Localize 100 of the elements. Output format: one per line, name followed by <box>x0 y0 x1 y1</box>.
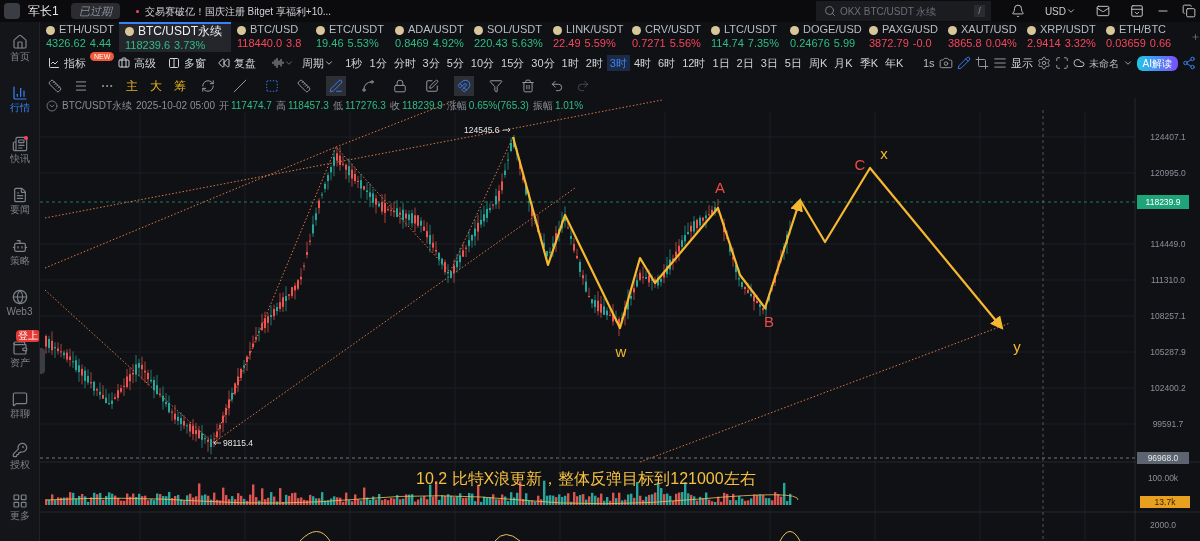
ticker-symbol: ETC/USDT <box>329 23 384 37</box>
nav-label: 要闻 <box>9 204 30 215</box>
ticker-tab[interactable]: DOGE/USD 0.24676 5.99 <box>784 22 863 52</box>
ticker-price: 0.03659 <box>1106 37 1146 51</box>
interval-tab[interactable]: 5日 <box>781 54 805 72</box>
interval-tab[interactable]: 2时 <box>582 54 606 72</box>
ticker-change: 5.99 <box>833 37 856 51</box>
interval-tab[interactable]: 10分 <box>467 54 498 72</box>
indicator-toggle[interactable]: 主 <box>126 77 138 95</box>
layout-select[interactable]: 未命名 <box>1072 55 1133 71</box>
interval-tab[interactable]: 3时 <box>606 54 630 72</box>
sidebar-item[interactable]: 要闻 <box>0 175 39 226</box>
last-price-tag: 118239.9 <box>1137 195 1189 209</box>
ticker-tab[interactable]: ADA/USDT 0.8469 4.92% <box>389 22 468 52</box>
interval-tab[interactable]: 6时 <box>655 54 679 72</box>
ticker-price: 118239.6 <box>125 38 171 53</box>
ticker-symbol: PAXG/USD <box>882 23 939 37</box>
currency-select[interactable]: USD <box>1044 3 1076 19</box>
news-ticker[interactable]: 交易赛破亿！国庆注册 Bitget 享福利+10... <box>144 3 332 19</box>
nav-label: 策略 <box>9 255 30 266</box>
ticker-tab[interactable]: XAUT/USD 3865.8 0.04% <box>942 22 1021 52</box>
interval-tab[interactable]: 月K <box>831 54 856 72</box>
ticker-price: 22.49 <box>553 37 581 51</box>
interval-tab[interactable]: 3日 <box>757 54 781 72</box>
sidebar-item[interactable]: 行情 <box>0 73 39 124</box>
ticker-symbol: XAUT/USD <box>961 23 1017 37</box>
ticker-tab[interactable]: PAXG/USD 3872.79 -0.0 <box>863 22 942 52</box>
ticker-tab[interactable]: ETH/USDT 4326.62 4.44 <box>40 22 119 52</box>
ticker-price: 0.24676 <box>790 37 830 51</box>
interval-tab[interactable]: 1日 <box>709 54 733 72</box>
sidebar-item[interactable]: 策略 <box>0 226 39 277</box>
ohlc-label: 低 <box>332 99 343 113</box>
sidebar-item[interactable]: 快讯 <box>0 124 39 175</box>
ticker-tab[interactable]: ETH/BTC 0.03659 0.66 <box>1100 22 1179 52</box>
interval-tab[interactable]: 1秒 <box>342 54 366 72</box>
nav-label: 首页 <box>9 51 30 62</box>
ticker-tab[interactable]: BTC/USDT永续 118239.6 3.73% <box>119 22 231 52</box>
interval-tab[interactable]: 1时 <box>558 54 582 72</box>
shortcut-key: / <box>974 5 985 17</box>
interval-tab[interactable]: 年K <box>882 54 907 72</box>
interval-tab[interactable]: 分时 <box>390 54 419 72</box>
price-axis-label: 111310.0 <box>1150 275 1186 285</box>
price-axis-label: 114449.0 <box>1150 239 1186 249</box>
price-axis-label: 108257.1 <box>1150 311 1186 321</box>
toolbar-button[interactable]: 多窗 <box>168 54 207 72</box>
interval-tab[interactable]: 周K <box>805 54 831 72</box>
ticker-symbol: ADA/USDT <box>408 23 464 37</box>
ticker-price: 0.7271 <box>632 37 666 51</box>
ohlc-label: 开 <box>218 99 229 113</box>
display-button[interactable]: 显示 <box>1010 54 1033 72</box>
nav-label: 群聊 <box>9 408 30 419</box>
ticker-change: 5.53% <box>347 37 379 51</box>
ticker-price: 4326.62 <box>46 37 86 51</box>
sidebar-item[interactable]: Web3 <box>0 277 39 328</box>
sidebar-item[interactable]: 首页 <box>0 22 39 73</box>
ticker-symbol: BTC/USD <box>250 23 299 37</box>
sidebar-item[interactable]: 授权 <box>0 430 39 481</box>
period-select[interactable]: 周期 <box>302 54 335 72</box>
symbol-label: BTC/USDT永续 <box>62 99 132 113</box>
interval-tab[interactable]: 15分 <box>498 54 528 72</box>
interval-tab[interactable]: 4时 <box>630 54 655 72</box>
interval-tab[interactable]: 30分 <box>528 54 558 72</box>
cursor-price-tag: 96968.0 <box>1137 452 1189 464</box>
wave-label: x <box>880 145 888 162</box>
ticker-tab[interactable]: CRV/USDT 0.7271 5.56% <box>626 22 705 52</box>
ticker-tab[interactable]: BTC/USD 118440.0 3.8 <box>231 22 310 52</box>
toolbar-button[interactable]: 高级 <box>118 54 157 72</box>
ticker-change: 0.04% <box>985 37 1017 51</box>
nav-label: 快讯 <box>9 153 30 164</box>
indicator-toggle[interactable]: 大 <box>150 77 162 95</box>
sidebar-item[interactable]: 群聊 <box>0 379 39 430</box>
ticker-symbol: ETH/BTC <box>1119 23 1167 37</box>
interval-tab[interactable]: 2日 <box>733 54 757 72</box>
ticker-tab[interactable]: LINK/USDT 22.49 5.59% <box>547 22 626 52</box>
toolbar-button[interactable]: 指标 <box>48 54 86 72</box>
ticker-price: 114.74 <box>711 37 744 51</box>
price-axis-label: 99591.7 <box>1152 419 1184 429</box>
sidebar-item[interactable]: 更多 <box>0 481 39 532</box>
ticker-symbol: XRP/USDT <box>1040 23 1096 37</box>
ticker-tab[interactable]: LTC/USDT 114.74 7.35% <box>705 22 784 52</box>
ticker-tab[interactable]: ETC/USDT 19.46 5.53% <box>310 22 389 52</box>
nav-label: 授权 <box>9 459 30 470</box>
refresh-rate[interactable]: 1s <box>922 54 935 72</box>
interval-tab[interactable]: 季K <box>856 54 881 72</box>
ohlc-label: 收 <box>389 99 400 113</box>
interval-tab[interactable]: 1分 <box>366 54 390 72</box>
ticker-price: 3865.8 <box>948 37 982 51</box>
indicator-toggle[interactable]: 筹 <box>174 77 186 95</box>
interval-tab[interactable]: 12时 <box>679 54 709 72</box>
interval-tab[interactable]: 5分 <box>443 54 467 72</box>
sidebar-item[interactable]: 登上 资产 <box>0 328 39 379</box>
ticker-symbol: LTC/USDT <box>724 23 777 37</box>
ticker-tab[interactable]: SOL/USDT 220.43 5.63% <box>468 22 547 52</box>
ticker-change: 5.56% <box>669 37 701 51</box>
toolbar-button[interactable]: 复盘 <box>218 54 257 72</box>
ticker-tab[interactable]: XRP/USDT 2.9414 3.32% <box>1021 22 1100 52</box>
ticker-price: 118440.0 <box>237 37 283 51</box>
low-price-mark: 98115.4 <box>223 438 254 448</box>
ticker-price: 220.43 <box>474 37 508 51</box>
interval-tab[interactable]: 3分 <box>419 54 443 72</box>
